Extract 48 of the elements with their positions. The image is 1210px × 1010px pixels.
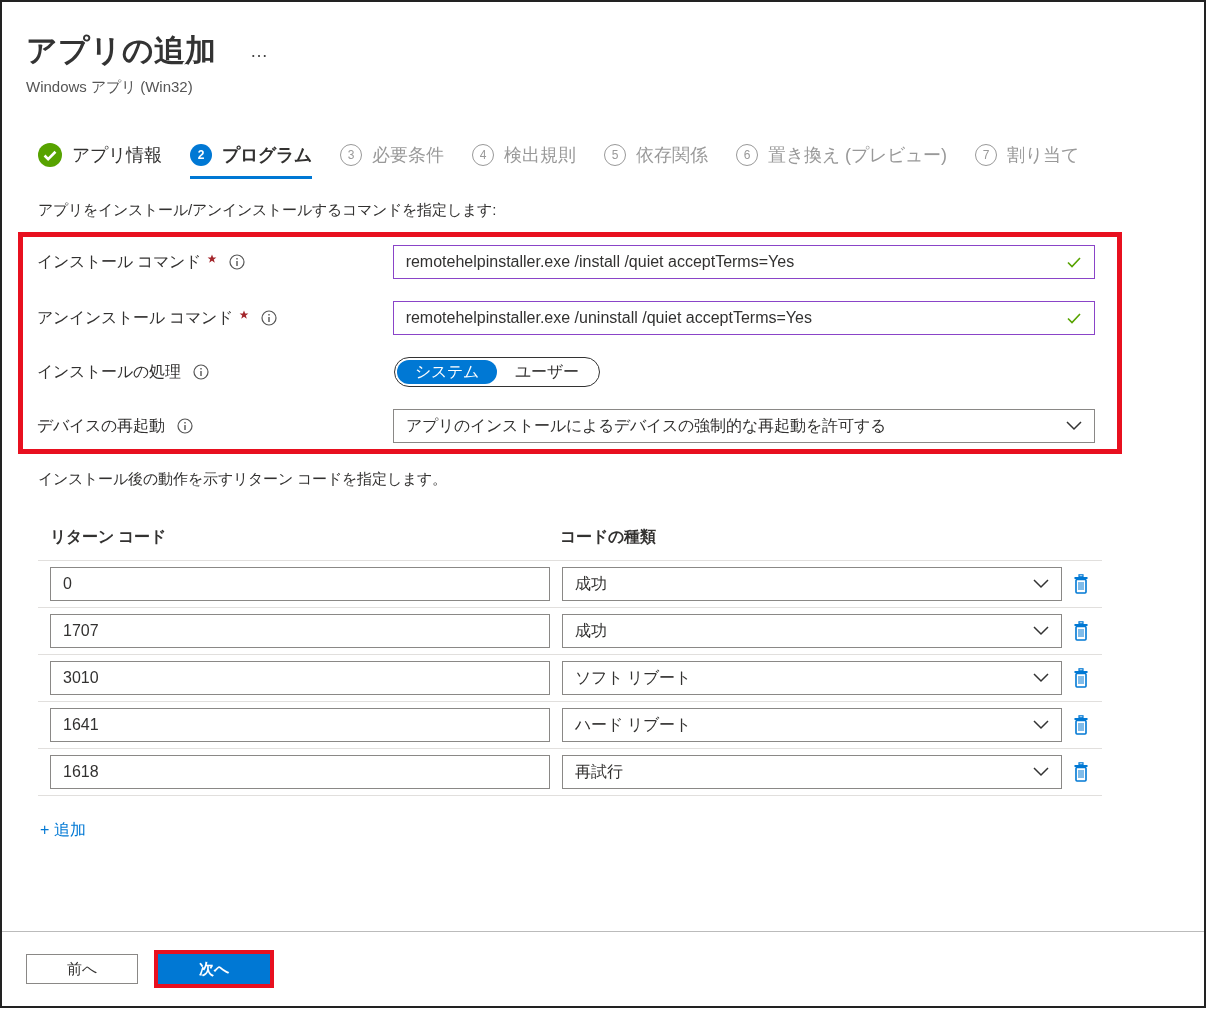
code-input[interactable]: 1641 — [50, 708, 550, 742]
next-button[interactable]: 次へ — [158, 954, 270, 984]
field-label: インストールの処理 — [37, 361, 181, 382]
trash-icon[interactable] — [1074, 574, 1088, 594]
field-label: デバイスの再起動 — [37, 415, 165, 436]
wizard-step[interactable]: アプリ情報 — [38, 137, 162, 179]
code-input[interactable]: 1707 — [50, 614, 550, 648]
chevron-down-icon — [1033, 767, 1049, 777]
add-link[interactable]: + 追加 — [40, 820, 86, 841]
code-input[interactable]: 3010 — [50, 661, 550, 695]
trash-icon[interactable] — [1074, 762, 1088, 782]
type-dropdown[interactable]: ハード リブート — [562, 708, 1062, 742]
check-circle-icon — [38, 143, 62, 167]
trash-icon[interactable] — [1074, 668, 1088, 688]
section-description: インストール後の動作を示すリターン コードを指定します。 — [38, 470, 449, 489]
code-input[interactable]: 1618 — [50, 755, 550, 789]
chevron-down-icon — [1033, 673, 1049, 683]
page-title: アプリの追加 — [26, 32, 216, 70]
chevron-down-icon — [1066, 421, 1082, 431]
trash-icon[interactable] — [1074, 621, 1088, 641]
step-number: 2 — [190, 144, 212, 166]
command-input[interactable]: remotehelpinstaller.exe /install /quiet acceptTerms=Yes — [392, 245, 1095, 279]
field-label: インストール コマンド — [37, 251, 202, 272]
toggle-option[interactable]: ユーザー — [497, 360, 597, 384]
restart-dropdown[interactable]: アプリのインストールによるデバイスの強制的な再起動を許可する — [392, 409, 1095, 443]
field-label: アンインストール コマンド — [37, 307, 234, 328]
info-icon[interactable] — [193, 364, 209, 380]
back-button[interactable]: 前へ — [26, 954, 138, 984]
chevron-down-icon — [1033, 626, 1049, 636]
type-dropdown[interactable]: 再試行 — [562, 755, 1062, 789]
info-icon[interactable] — [261, 310, 278, 326]
info-icon[interactable] — [229, 254, 246, 270]
column-header: リターン コード — [50, 527, 168, 547]
section-description: アプリをインストール/アンインストールするコマンドを指定します: — [38, 201, 498, 220]
type-dropdown[interactable]: ソフト リブート — [562, 661, 1062, 695]
toggle-option[interactable]: システム — [397, 360, 497, 384]
more-button[interactable]: … — [246, 40, 272, 62]
type-dropdown[interactable]: 成功 — [562, 614, 1062, 648]
page-subtitle: Windows アプリ (Win32) — [26, 78, 194, 97]
type-dropdown[interactable]: 成功 — [562, 567, 1062, 601]
chevron-down-icon — [1033, 720, 1049, 730]
column-header: コードの種類 — [560, 527, 656, 547]
chevron-down-icon — [1033, 579, 1049, 589]
command-input[interactable]: remotehelpinstaller.exe /uninstall /quiet acceptTerms=Yes — [392, 301, 1095, 335]
wizard-step[interactable]: 2 プログラム — [190, 137, 312, 179]
info-icon[interactable] — [177, 418, 193, 434]
code-input[interactable]: 0 — [50, 567, 550, 601]
trash-icon[interactable] — [1074, 715, 1088, 735]
